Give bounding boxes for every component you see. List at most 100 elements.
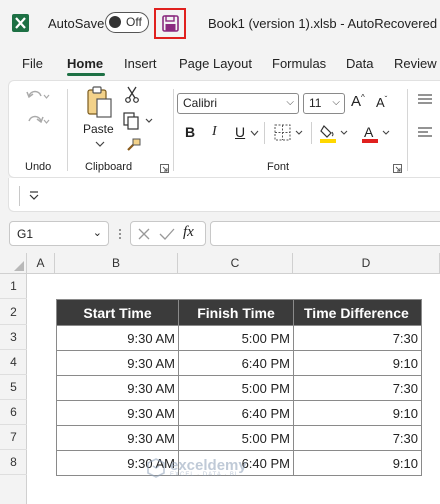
underline-button[interactable]: U — [235, 124, 245, 140]
font-name-value: Calibri — [183, 96, 218, 110]
table-row: 9:30 AM 5:00 PM 7:30 — [56, 325, 422, 351]
watermark: exceldemy EXCEL · DATA · BI — [146, 457, 247, 478]
time-difference-cell[interactable]: 7:30 — [293, 325, 422, 351]
finish-time-cell[interactable]: 5:00 PM — [178, 375, 294, 401]
watermark-logo-icon — [147, 457, 165, 478]
copy-icon[interactable] — [123, 112, 153, 130]
time-difference-cell[interactable]: 7:30 — [293, 375, 422, 401]
start-time-cell[interactable]: 9:30 AM — [56, 375, 179, 401]
autosave-toggle[interactable]: Off — [105, 12, 149, 33]
row-header[interactable]: 7 — [0, 425, 27, 450]
insert-function-button[interactable]: fx — [183, 224, 194, 241]
header-cell[interactable]: Time Difference — [293, 299, 422, 326]
formula-bar: G1 ⌄ fx — [0, 218, 440, 248]
undo-icon[interactable] — [24, 87, 50, 105]
save-icon — [161, 15, 179, 32]
start-time-cell[interactable]: 9:30 AM — [56, 325, 179, 351]
enter-icon[interactable] — [159, 227, 175, 241]
start-time-cell[interactable]: 9:30 AM — [56, 425, 179, 451]
finish-time-cell[interactable]: 5:00 PM — [178, 325, 294, 351]
clipboard-launcher-icon[interactable] — [160, 164, 169, 173]
toggle-state-text: Off — [126, 15, 142, 29]
header-cell[interactable]: Finish Time — [178, 299, 294, 326]
row-header[interactable]: 2 — [0, 299, 27, 325]
start-time-cell[interactable]: 9:30 AM — [56, 350, 179, 376]
fill-color-icon[interactable] — [319, 123, 349, 143]
tab-page-layout[interactable]: Page Layout — [179, 56, 252, 71]
font-name-select[interactable]: Calibri ⌵ — [177, 93, 299, 114]
row-header[interactable]: 4 — [0, 350, 27, 375]
table-row: 9:30 AM 5:00 PM 7:30 — [56, 375, 422, 401]
formula-input[interactable] — [210, 221, 440, 246]
divider — [311, 122, 312, 144]
title-bar: AutoSave Off Book1 (version 1).xlsb - Au… — [0, 0, 440, 46]
time-difference-cell[interactable]: 9:10 — [293, 400, 422, 426]
paste-button-label[interactable]: Paste — [83, 122, 114, 136]
name-box[interactable]: G1 ⌄ — [9, 221, 109, 246]
tab-insert[interactable]: Insert — [124, 56, 157, 71]
header-cell[interactable]: Start Time — [56, 299, 179, 326]
tab-review[interactable]: Review — [394, 56, 437, 71]
save-button[interactable] — [154, 8, 186, 39]
underline-chevron-icon[interactable] — [250, 130, 259, 136]
font-color-icon[interactable]: A — [361, 123, 391, 143]
divider — [264, 122, 265, 144]
time-difference-cell[interactable]: 7:30 — [293, 425, 422, 451]
select-all-button[interactable] — [0, 253, 27, 274]
italic-button[interactable]: I — [212, 124, 217, 140]
finish-time-cell[interactable]: 6:40 PM — [178, 400, 294, 426]
table-row: 9:30 AM 6:40 PM 9:10 — [56, 400, 422, 426]
customize-toolbar-icon[interactable] — [29, 190, 39, 200]
tab-formulas[interactable]: Formulas — [272, 56, 326, 71]
caret-down-icon: ˇ — [384, 95, 388, 104]
tab-data[interactable]: Data — [346, 56, 373, 71]
tab-file[interactable]: File — [22, 56, 43, 71]
paste-icon[interactable] — [85, 85, 113, 119]
cut-icon[interactable] — [124, 86, 140, 103]
font-launcher-icon[interactable] — [393, 164, 402, 173]
align-top-icon[interactable] — [417, 93, 433, 107]
tab-home[interactable]: Home — [67, 56, 103, 71]
format-painter-icon[interactable] — [125, 137, 141, 153]
row-header[interactable]: 5 — [0, 375, 27, 400]
column-headers: A B C D — [0, 253, 440, 274]
shrink-font-button[interactable]: Aˇ — [376, 95, 387, 110]
start-time-cell[interactable]: 9:30 AM — [56, 400, 179, 426]
undo-group-label: Undo — [25, 161, 52, 173]
finish-time-cell[interactable]: 5:00 PM — [178, 425, 294, 451]
watermark-tagline: EXCEL · DATA · BI — [170, 472, 238, 478]
clipboard-group-label: Clipboard — [85, 161, 133, 173]
ribbon: Undo Paste Clipboard Calibri ⌵ 11 ⌵ A^ A… — [8, 80, 440, 178]
document-title[interactable]: Book1 (version 1).xlsb - AutoRecovered ▾ — [208, 16, 440, 32]
chevron-down-icon: ⌄ — [92, 227, 102, 239]
quick-access-bar — [8, 178, 440, 212]
row-header[interactable]: 6 — [0, 400, 27, 425]
finish-time-cell[interactable]: 6:40 PM — [178, 350, 294, 376]
align-left-icon[interactable] — [417, 126, 433, 140]
toggle-knob — [109, 16, 121, 28]
formula-bar-grip-icon[interactable] — [117, 227, 123, 241]
column-header-b[interactable]: B — [55, 253, 178, 274]
row-headers: 1 2 3 4 5 6 7 8 — [0, 274, 27, 504]
font-size-select[interactable]: 11 ⌵ — [303, 93, 345, 114]
column-header-d[interactable]: D — [293, 253, 440, 274]
cancel-icon[interactable] — [137, 227, 151, 241]
time-difference-cell[interactable]: 9:10 — [293, 350, 422, 376]
column-header-a[interactable]: A — [27, 253, 55, 274]
bold-button[interactable]: B — [185, 124, 195, 140]
column-header-c[interactable]: C — [178, 253, 293, 274]
chevron-down-icon: ⌵ — [286, 97, 294, 108]
row-header[interactable]: 3 — [0, 325, 27, 350]
group-separator — [173, 89, 174, 171]
paste-chevron-icon[interactable] — [95, 141, 105, 147]
chevron-down-icon: ⌵ — [332, 97, 340, 108]
name-box-value: G1 — [17, 227, 34, 241]
borders-icon[interactable] — [274, 124, 304, 141]
redo-icon[interactable] — [24, 112, 50, 130]
grow-font-button[interactable]: A^ — [351, 93, 365, 110]
row-header[interactable]: 8 — [0, 450, 27, 475]
caret-up-icon: ^ — [361, 93, 365, 102]
font-color-letter: A — [364, 124, 374, 140]
time-difference-cell[interactable]: 9:10 — [293, 450, 422, 476]
row-header[interactable]: 1 — [0, 274, 27, 299]
